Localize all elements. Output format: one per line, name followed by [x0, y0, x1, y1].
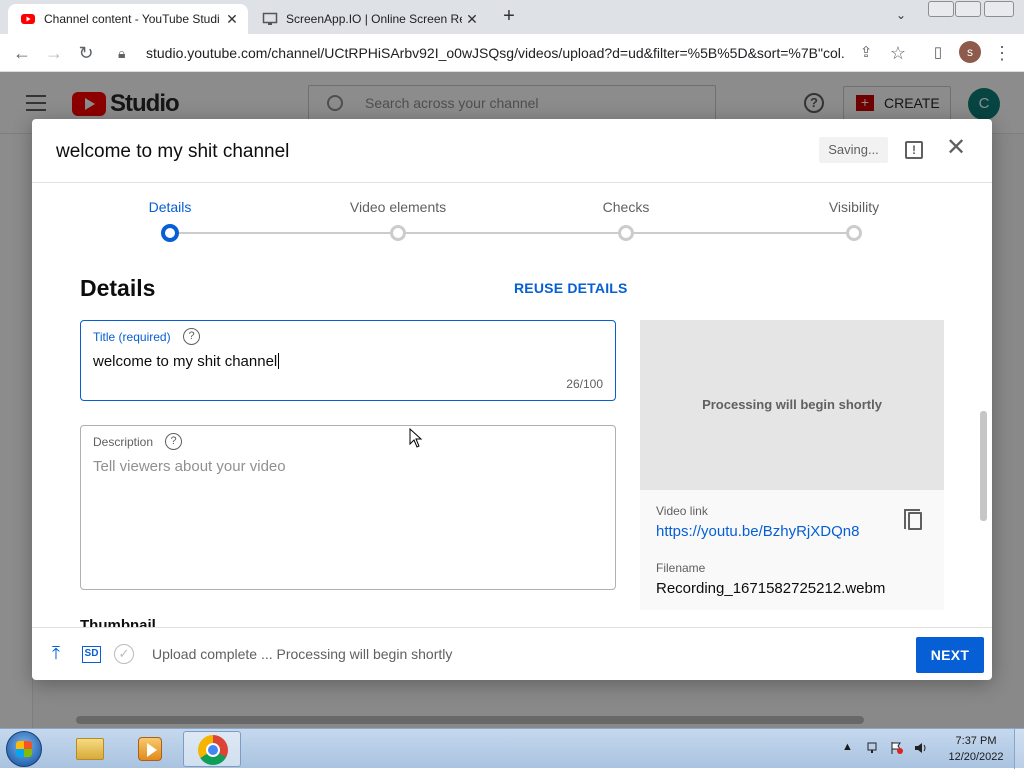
title-label: Title (required): [93, 330, 171, 344]
system-clock[interactable]: 7:37 PM 12/20/2022: [940, 733, 1012, 765]
upload-icon[interactable]: ⤒: [52, 644, 66, 664]
taskbar-explorer[interactable]: [60, 731, 118, 767]
tab-youtube-studio[interactable]: Channel content - YouTube Studi ✕: [8, 4, 248, 34]
chrome-icon: [198, 735, 228, 765]
upload-dialog: welcome to my shit channel Saving... ! ✕…: [32, 119, 992, 680]
reload-icon[interactable]: ↻: [74, 41, 98, 65]
tab-title: ScreenApp.IO | Online Screen Re: [286, 12, 462, 26]
step-visibility[interactable]: Visibility: [829, 199, 879, 215]
step-dot-details[interactable]: [161, 224, 179, 242]
step-details[interactable]: Details: [149, 199, 192, 215]
folder-icon: [76, 738, 104, 760]
clock-time: 7:37 PM: [955, 735, 997, 747]
tab-screenapp[interactable]: ScreenApp.IO | Online Screen Re ✕: [250, 4, 488, 34]
video-link-label: Video link: [656, 504, 708, 518]
minimize-button[interactable]: [928, 1, 954, 17]
show-desktop-button[interactable]: [1014, 729, 1024, 769]
tab-title: Channel content - YouTube Studi: [44, 12, 220, 26]
check-circle-icon[interactable]: ✓: [114, 644, 134, 664]
close-icon[interactable]: ✕: [222, 11, 242, 28]
taskbar-media-player[interactable]: [120, 731, 178, 767]
step-checks[interactable]: Checks: [603, 199, 650, 215]
plus-icon[interactable]: +: [498, 6, 520, 28]
feedback-icon[interactable]: !: [905, 141, 923, 159]
filename-value: Recording_1671582725212.webm: [656, 580, 886, 597]
dialog-header: welcome to my shit channel Saving... ! ✕: [32, 119, 992, 183]
restore-button[interactable]: [955, 1, 981, 17]
video-meta-panel: Video link https://youtu.be/BzhyRjXDQn8 …: [640, 490, 944, 610]
taskbar-chrome[interactable]: [183, 731, 241, 767]
upload-stepper: Details Video elements Checks Visibility: [32, 183, 992, 263]
close-icon[interactable]: ✕: [944, 136, 968, 161]
step-video-elements[interactable]: Video elements: [350, 199, 446, 215]
dialog-footer: ⤒ SD ✓ Upload complete ... Processing wi…: [32, 627, 992, 680]
dialog-title: welcome to my shit channel: [56, 141, 290, 162]
video-link[interactable]: https://youtu.be/BzhyRjXDQn8: [656, 523, 859, 540]
step-dot-visibility[interactable]: [846, 225, 862, 241]
back-icon[interactable]: ←: [10, 41, 34, 65]
description-field[interactable]: Description ? Tell viewers about your vi…: [80, 425, 616, 590]
forward-icon[interactable]: →: [42, 41, 66, 65]
monitor-icon: [262, 12, 278, 25]
sd-badge[interactable]: SD: [82, 646, 101, 663]
browser-toolbar: ← → ↻ 🔒︎ studio.youtube.com/channel/UCtR…: [0, 34, 1024, 72]
volume-icon[interactable]: [914, 741, 928, 755]
step-dot-video-elements[interactable]: [390, 225, 406, 241]
tray-chevron-icon[interactable]: ▲: [842, 741, 853, 753]
more-icon[interactable]: ⋮: [990, 41, 1014, 65]
share-icon[interactable]: ⇪: [854, 41, 878, 65]
clock-date: 12/20/2022: [948, 751, 1004, 763]
flag-icon[interactable]: [890, 741, 904, 755]
saving-status: Saving...: [819, 137, 888, 163]
description-label: Description: [93, 435, 154, 449]
thumbnail-heading: Thumbnail: [80, 617, 156, 627]
media-player-icon: [138, 737, 162, 761]
star-icon[interactable]: ☆: [886, 41, 910, 65]
close-icon[interactable]: ✕: [462, 11, 482, 28]
sidebar-icon[interactable]: ▯: [926, 41, 950, 65]
youtube-icon: [21, 14, 35, 24]
help-icon[interactable]: ?: [165, 433, 182, 450]
filename-label: Filename: [656, 561, 706, 575]
reuse-details-button[interactable]: REUSE DETAILS: [514, 280, 628, 296]
copy-icon[interactable]: [904, 509, 922, 530]
title-field[interactable]: Title (required) ? welcome to my shit ch…: [80, 320, 616, 401]
details-heading: Details: [80, 275, 156, 301]
video-preview: Processing will begin shortly: [640, 320, 944, 490]
start-button[interactable]: [6, 731, 42, 767]
stepper-track: [170, 232, 854, 234]
windows-taskbar: ▲ 7:37 PM 12/20/2022: [0, 728, 1024, 769]
upload-status: Upload complete ... Processing will begi…: [152, 646, 453, 662]
title-value[interactable]: welcome to my shit channel: [93, 353, 280, 370]
dialog-body: Details REUSE DETAILS Title (required) ?…: [32, 263, 992, 627]
url-text: studio.youtube.com/channel/UCtRPHiSArbv9…: [146, 45, 846, 61]
chevron-down-icon[interactable]: ⌄: [896, 8, 912, 24]
description-placeholder: Tell viewers about your video: [93, 458, 286, 475]
dialog-scrollbar[interactable]: [980, 411, 987, 521]
network-icon[interactable]: [866, 741, 880, 755]
address-bar[interactable]: 🔒︎ studio.youtube.com/channel/UCtRPHiSAr…: [112, 38, 882, 68]
browser-tab-bar: Channel content - YouTube Studi ✕ Screen…: [0, 0, 1024, 34]
step-dot-checks[interactable]: [618, 225, 634, 241]
next-button[interactable]: NEXT: [916, 637, 984, 673]
lock-icon: 🔒︎: [118, 44, 126, 61]
profile-avatar[interactable]: s: [959, 41, 981, 63]
help-icon[interactable]: ?: [183, 328, 200, 345]
title-char-count: 26/100: [566, 377, 603, 391]
mouse-cursor-icon: [409, 428, 423, 448]
window-close-button[interactable]: [984, 1, 1014, 17]
